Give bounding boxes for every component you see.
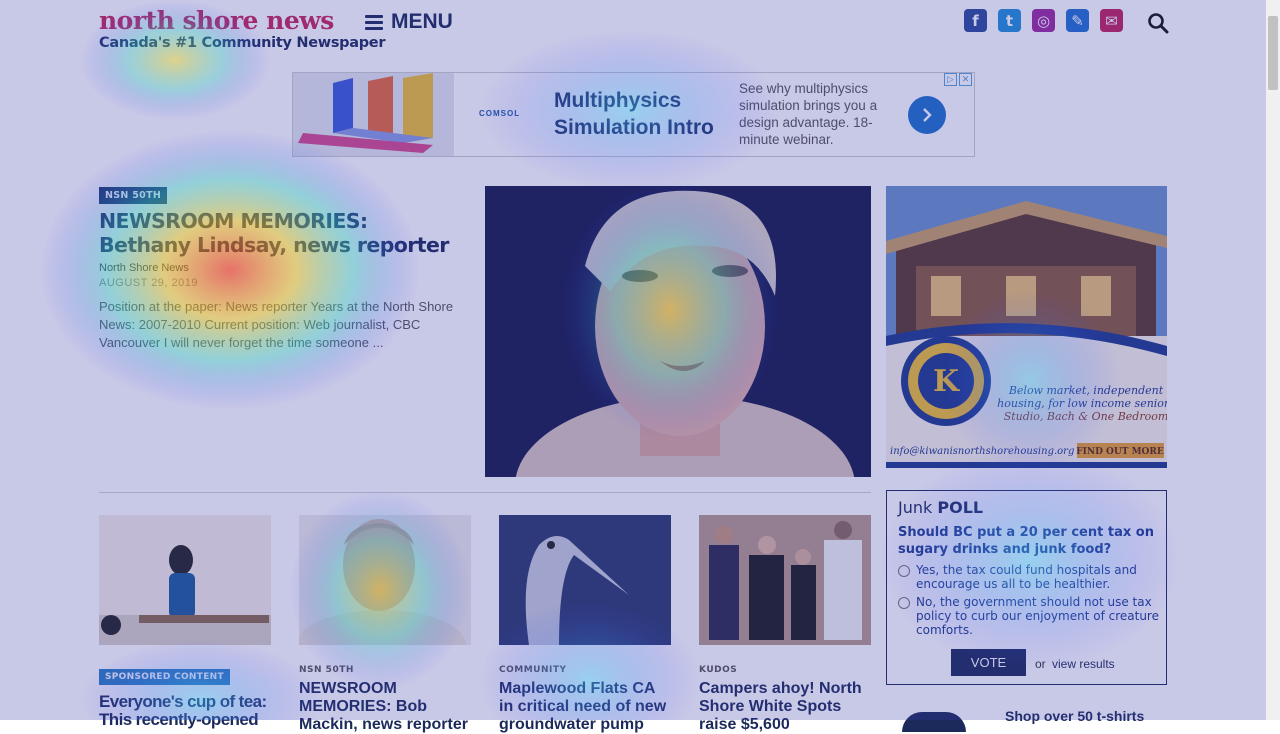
svg-text:Studio, Bach & One Bedroom: Studio, Bach & One Bedroom	[1004, 410, 1167, 423]
story-card[interactable]: NSN 50TH NEWSROOM MEMORIES: Bob Mackin, …	[296, 515, 471, 734]
search-icon[interactable]	[1147, 12, 1169, 34]
vote-button[interactable]: VOTE	[951, 649, 1026, 676]
story-card[interactable]: SPONSORED CONTENT Everyone's cup of tea:…	[99, 515, 271, 729]
twitter-icon[interactable]: t	[998, 9, 1021, 32]
story-category[interactable]: KUDOS	[699, 665, 871, 675]
site-logo[interactable]: north shore news	[99, 6, 334, 36]
story-category[interactable]: NSN 50TH	[299, 665, 471, 675]
scrollbar-thumb[interactable]	[1268, 16, 1278, 90]
ad-description: See why multiphysics simulation brings y…	[739, 81, 878, 147]
close-icon[interactable]: ✕	[959, 73, 972, 86]
radio-button[interactable]	[898, 597, 910, 609]
poll-option-label[interactable]: Yes, the tax could fund hospitals and en…	[916, 563, 1160, 591]
poll-heading: Junk POLL	[898, 498, 984, 517]
story-card[interactable]: COMMUNITY Maplewood Flats CA in critical…	[499, 515, 671, 734]
feature-excerpt: Position at the paper: News reporter Yea…	[99, 299, 454, 350]
tshirt-image[interactable]	[902, 712, 966, 732]
feature-category-badge[interactable]: NSN 50TH	[99, 187, 168, 204]
story-image[interactable]	[99, 515, 271, 645]
junk-poll: Junk POLL Should BC put a 20 per cent ta…	[886, 490, 1167, 685]
facebook-icon[interactable]: f	[964, 9, 987, 32]
instagram-icon[interactable]: ◎	[1032, 9, 1055, 32]
menu-label: MENU	[391, 10, 453, 33]
poll-question: Should BC put a 20 per cent tax on sugar…	[898, 525, 1154, 557]
shop-promo[interactable]: Shop over 50 t-shirts	[1005, 708, 1144, 724]
story-title[interactable]: Everyone's cup of tea: This recently-ope…	[99, 693, 271, 729]
chevron-right-icon	[923, 108, 932, 122]
section-divider	[99, 492, 871, 493]
feature-date: AUGUST 29, 2019	[99, 277, 199, 289]
mail-icon[interactable]: ✉	[1100, 9, 1123, 32]
poll-option[interactable]: No, the government should not use tax po…	[898, 595, 1160, 637]
story-category[interactable]: COMMUNITY	[499, 665, 671, 675]
story-title[interactable]: NEWSROOM MEMORIES: Bob Mackin, news repo…	[299, 680, 471, 734]
ad-brand: COMSOL	[479, 109, 521, 118]
radio-button[interactable]	[898, 565, 910, 577]
svg-text:FIND OUT MORE: FIND OUT MORE	[1076, 447, 1164, 457]
sponsored-badge[interactable]: SPONSORED CONTENT	[99, 669, 230, 685]
svg-text:housing, for low income senior: housing, for low income seniors	[997, 397, 1167, 410]
story-image[interactable]	[699, 515, 871, 645]
story-image[interactable]	[296, 515, 471, 680]
story-title[interactable]: Maplewood Flats CA in critical need of n…	[499, 680, 671, 734]
ad-title[interactable]: Multiphysics Simulation Intro	[554, 87, 734, 141]
hamburger-icon	[365, 14, 383, 30]
svg-text:Below market, independent: Below market, independent	[1008, 384, 1164, 397]
svg-text:info@kiwanisnorthshorehousing.: info@kiwanisnorthshorehousing.org	[890, 446, 1074, 457]
poll-option[interactable]: Yes, the tax could fund hospitals and en…	[898, 563, 1160, 591]
feature-headline[interactable]: NEWSROOM MEMORIES: Bethany Lindsay, news…	[99, 209, 459, 257]
story-image[interactable]	[499, 515, 671, 645]
social-links: f t ◎ ✎ ✉	[964, 9, 1123, 32]
feature-photo[interactable]	[485, 186, 871, 477]
adchoices-icon[interactable]: ▷	[944, 73, 957, 86]
site-tagline: Canada's #1 Community Newspaper	[99, 35, 386, 51]
sidebar-ad[interactable]: K Below market, independent housing, for…	[886, 186, 1167, 468]
pencil-icon[interactable]: ✎	[1066, 9, 1089, 32]
poll-option-label[interactable]: No, the government should not use tax po…	[916, 595, 1160, 637]
story-title[interactable]: Campers ahoy! North Shore White Spots ra…	[699, 680, 871, 734]
ad-next-button[interactable]	[908, 96, 946, 134]
ad-image	[293, 73, 454, 156]
view-results-link[interactable]: view results	[1052, 657, 1115, 671]
menu-button[interactable]: MENU	[365, 10, 453, 34]
story-card[interactable]: KUDOS Campers ahoy! North Shore White Sp…	[699, 515, 871, 734]
scrollbar[interactable]	[1266, 0, 1280, 720]
poll-or-text: or	[1035, 657, 1046, 671]
ad-choices[interactable]: ▷ ✕	[944, 73, 972, 86]
svg-text:K: K	[933, 364, 960, 399]
feature-author[interactable]: North Shore News	[99, 262, 189, 274]
ad-banner[interactable]: COMSOL Multiphysics Simulation Intro See…	[292, 72, 975, 157]
